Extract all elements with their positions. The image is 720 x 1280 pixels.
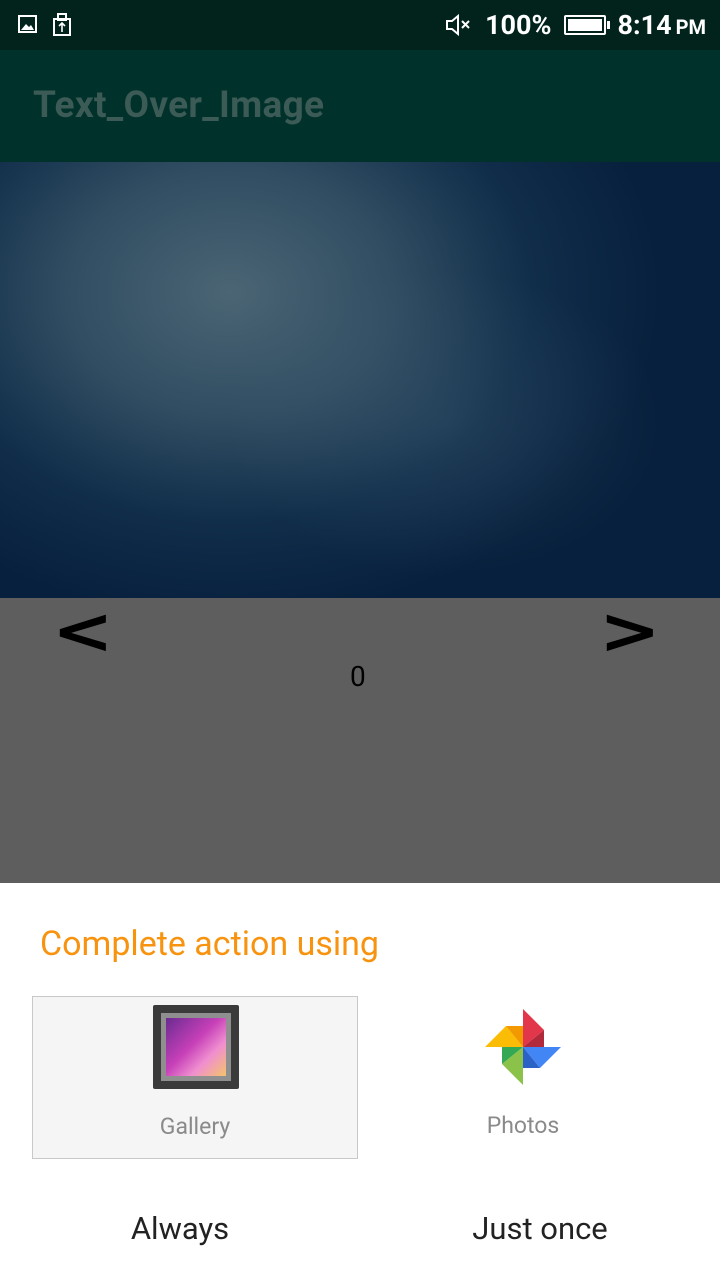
status-right: 100% 8:14 PM	[445, 0, 706, 50]
clock-time: 8:14	[617, 9, 672, 41]
clock: 8:14 PM	[618, 9, 707, 41]
page-title: Text_Over_Image	[33, 84, 325, 127]
battery-icon	[563, 15, 610, 35]
previous-button[interactable]: <	[52, 600, 114, 664]
just-once-button[interactable]: Just once	[360, 1210, 720, 1247]
photos-label: Photos	[486, 1112, 560, 1139]
battery-percent: 100%	[485, 9, 552, 41]
gallery-option[interactable]: Gallery	[32, 996, 358, 1159]
gallery-label: Gallery	[159, 1113, 231, 1140]
status-bar: 100% 8:14 PM	[0, 0, 720, 50]
mute-icon	[446, 13, 470, 37]
gallery-icon	[153, 1005, 239, 1089]
image-counter: 0	[350, 660, 366, 693]
chooser-title: Complete action using	[40, 924, 380, 964]
usb-icon	[53, 13, 71, 36]
clock-suffix: PM	[675, 15, 706, 39]
image-icon	[18, 15, 37, 33]
photos-option[interactable]: Photos	[360, 996, 686, 1159]
photos-icon	[485, 1009, 561, 1085]
image-preview[interactable]	[0, 162, 720, 598]
notification-icons	[18, 13, 72, 37]
always-button[interactable]: Always	[0, 1210, 360, 1247]
next-button[interactable]: >	[599, 600, 661, 664]
